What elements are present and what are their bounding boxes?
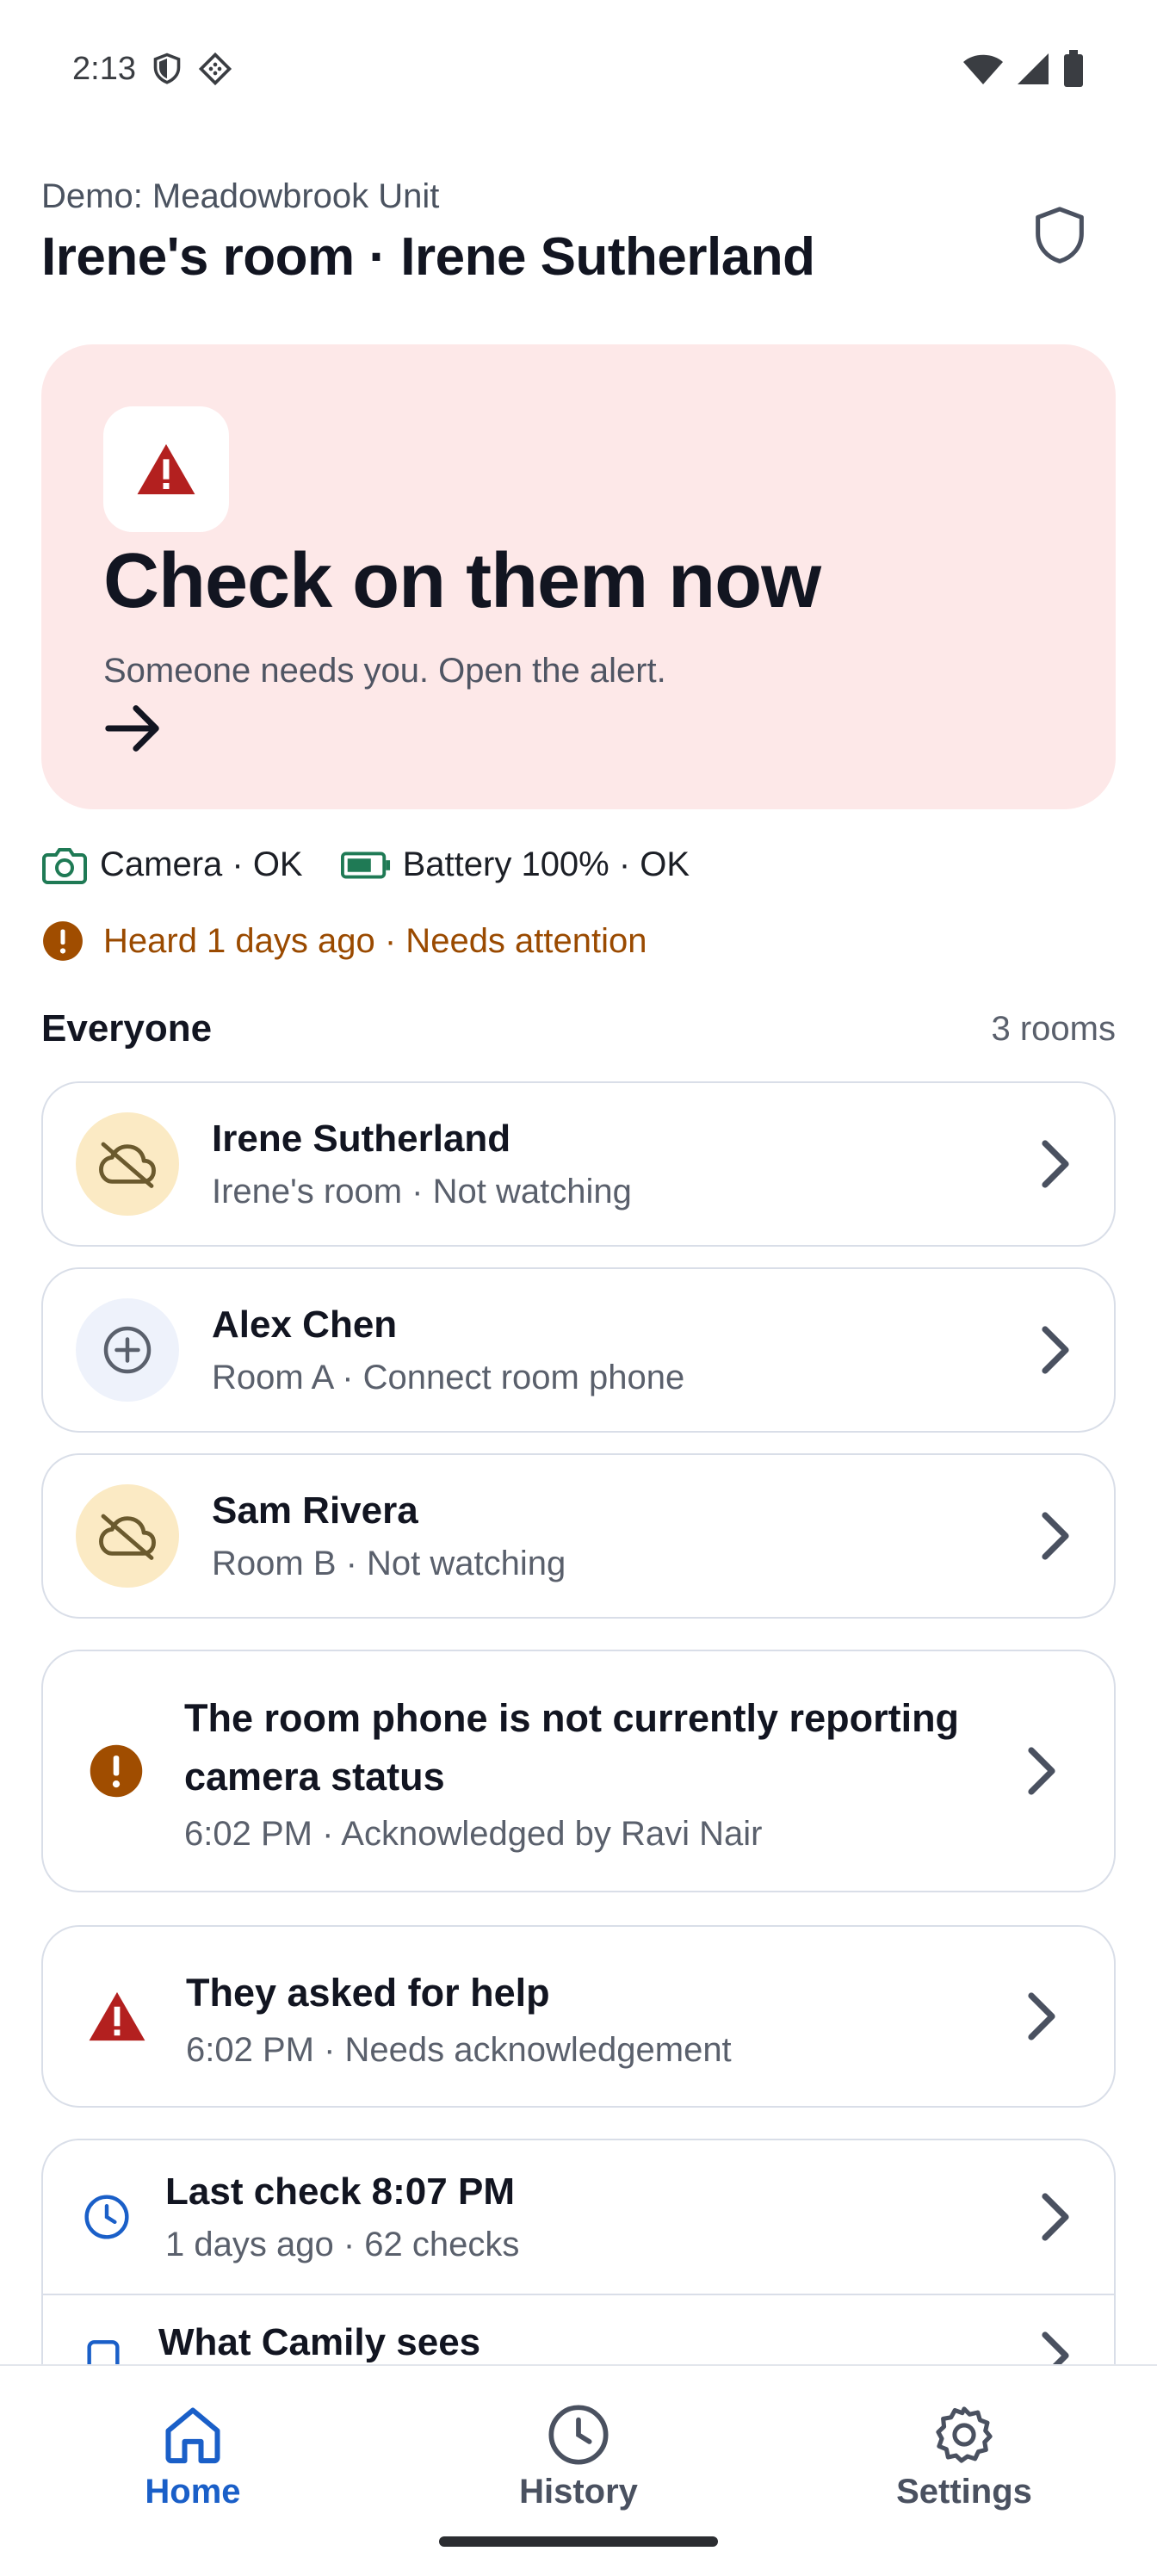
everyone-section-header: Everyone 3 rooms bbox=[41, 1007, 1116, 1050]
wifi-icon bbox=[963, 54, 1003, 84]
nav-home[interactable]: Home bbox=[0, 2366, 386, 2576]
chevron-right-icon bbox=[1042, 1326, 1069, 1374]
event-card-help-request[interactable]: They asked for help 6:02 PM · Needs ackn… bbox=[41, 1925, 1116, 2108]
avatar bbox=[76, 1112, 179, 1216]
status-time: 2:13 bbox=[72, 50, 136, 87]
section-title: Everyone bbox=[41, 1007, 213, 1050]
home-screen: 2:13 Demo: Meadowbrook Unit Irene's room… bbox=[0, 0, 1157, 2576]
last-check-sub: 1 days ago · 62 checks bbox=[165, 2225, 520, 2263]
gear-icon bbox=[936, 2406, 993, 2463]
room-count: 3 rooms bbox=[991, 1009, 1117, 1048]
event-title: The room phone is not currently reportin… bbox=[184, 1695, 960, 1799]
nav-history-label: History bbox=[519, 2473, 638, 2511]
warning-circle-icon bbox=[43, 921, 83, 961]
avatar bbox=[76, 1298, 179, 1402]
camera-icon bbox=[42, 847, 87, 884]
alert-subtitle: Someone needs you. Open the alert. bbox=[103, 652, 666, 690]
alert-triangle-icon bbox=[137, 443, 195, 495]
gesture-bar[interactable] bbox=[439, 2536, 718, 2547]
person-name: Irene Sutherland bbox=[212, 1117, 511, 1160]
alert-card[interactable]: Check on them now Someone needs you. Ope… bbox=[41, 344, 1116, 809]
battery-status-icon bbox=[1064, 50, 1083, 87]
battery-status: Battery 100% · OK bbox=[340, 845, 690, 884]
bottom-navigation: Home History Settings bbox=[0, 2364, 1157, 2576]
alert-triangle-icon bbox=[89, 1991, 145, 2041]
home-icon bbox=[165, 2407, 220, 2464]
person-card-irene[interactable]: Irene Sutherland Irene's room · Not watc… bbox=[41, 1081, 1116, 1247]
chevron-right-icon bbox=[1042, 1512, 1069, 1560]
history-clock-icon bbox=[548, 2405, 609, 2465]
camera-status-text: Camera · OK bbox=[100, 845, 303, 883]
person-sub: Irene's room · Not watching bbox=[212, 1172, 632, 1211]
chevron-right-icon bbox=[1042, 1140, 1069, 1188]
cloud-off-icon bbox=[99, 1142, 156, 1188]
nav-home-label: Home bbox=[145, 2473, 241, 2511]
clock-icon bbox=[84, 2195, 129, 2239]
avatar bbox=[76, 1484, 179, 1588]
shield-status-icon bbox=[153, 53, 181, 84]
camera-status: Camera · OK bbox=[41, 845, 303, 884]
person-name: Alex Chen bbox=[212, 1303, 398, 1346]
person-sub: Room B · Not watching bbox=[212, 1544, 566, 1582]
privacy-shield-button[interactable] bbox=[1021, 196, 1098, 274]
warning-circle-icon bbox=[90, 1744, 143, 1798]
page-title: Irene's room · Irene Sutherland bbox=[41, 227, 815, 287]
unit-label: Demo: Meadowbrook Unit bbox=[41, 177, 440, 215]
person-name: Sam Rivera bbox=[212, 1489, 418, 1532]
alert-title: Check on them now bbox=[103, 538, 821, 624]
signal-icon bbox=[1018, 53, 1049, 84]
status-bar: 2:13 bbox=[72, 45, 1085, 93]
chevron-right-icon bbox=[1028, 1992, 1055, 2040]
alert-icon-box bbox=[103, 406, 229, 532]
header: Demo: Meadowbrook Unit Irene's room · Ir… bbox=[41, 177, 1116, 288]
arrow-right-icon[interactable] bbox=[103, 703, 164, 754]
battery-status-text: Battery 100% · OK bbox=[402, 845, 690, 883]
heard-status-row: Heard 1 days ago · Needs attention bbox=[41, 920, 647, 963]
event-sub: 6:02 PM · Acknowledged by Ravi Nair bbox=[184, 1814, 763, 1853]
battery-icon bbox=[340, 851, 390, 878]
person-card-sam[interactable]: Sam Rivera Room B · Not watching bbox=[41, 1453, 1116, 1619]
nav-settings-label: Settings bbox=[896, 2473, 1032, 2511]
last-check-title: Last check 8:07 PM bbox=[165, 2170, 515, 2213]
camera-view-title: What Camily sees bbox=[158, 2321, 481, 2363]
chevron-right-icon bbox=[1028, 1747, 1055, 1795]
diamond-status-icon bbox=[198, 52, 232, 86]
person-card-alex[interactable]: Alex Chen Room A · Connect room phone bbox=[41, 1267, 1116, 1433]
event-title: They asked for help bbox=[186, 1970, 550, 2015]
last-check-row[interactable]: Last check 8:07 PM 1 days ago · 62 check… bbox=[43, 2140, 1114, 2295]
chevron-right-icon bbox=[1042, 2193, 1069, 2241]
person-sub: Room A · Connect room phone bbox=[212, 1358, 685, 1396]
heard-status-text: Heard 1 days ago · Needs attention bbox=[103, 921, 647, 960]
add-circle-icon bbox=[103, 1326, 152, 1374]
nav-settings[interactable]: Settings bbox=[771, 2366, 1157, 2576]
event-sub: 6:02 PM · Needs acknowledgement bbox=[186, 2030, 732, 2069]
cloud-off-icon bbox=[99, 1514, 156, 1560]
event-card-camera-status[interactable]: The room phone is not currently reportin… bbox=[41, 1650, 1116, 1892]
shield-icon bbox=[1036, 207, 1084, 263]
device-status-row: Camera · OK Battery 100% · OK bbox=[41, 845, 715, 884]
